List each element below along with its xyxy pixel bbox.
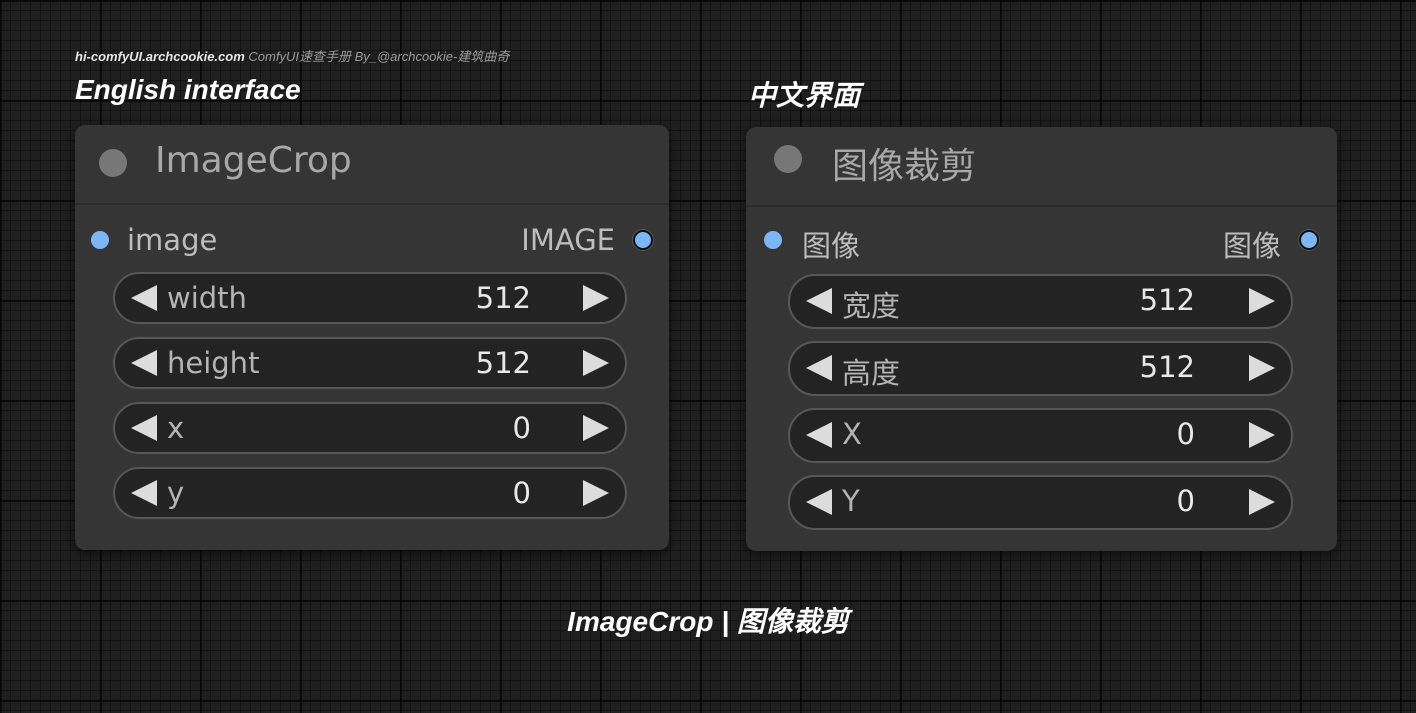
decrement-arrow-icon[interactable] bbox=[806, 355, 832, 381]
widget-value: 0 bbox=[1176, 417, 1195, 451]
input-slot-label: 图像 bbox=[802, 229, 861, 263]
widget-label: 高度 bbox=[842, 356, 901, 390]
collapse-dot-icon[interactable] bbox=[99, 149, 127, 177]
node-header[interactable]: ImageCrop bbox=[75, 125, 669, 205]
widget-label: height bbox=[167, 346, 260, 380]
widget-value: 0 bbox=[512, 411, 531, 445]
credit-line: hi-comfyUI.archcookie.com ComfyUI速查手册 By… bbox=[75, 46, 509, 65]
increment-arrow-icon[interactable] bbox=[583, 415, 609, 441]
node-title: ImageCrop bbox=[155, 140, 352, 181]
credit-text: ComfyUI速查手册 By_@archcookie-建筑曲奇 bbox=[244, 49, 510, 64]
credit-site: hi-comfyUI.archcookie.com bbox=[75, 49, 245, 64]
width-widget[interactable]: width 512 bbox=[113, 272, 627, 324]
widget-value: 512 bbox=[1139, 350, 1195, 384]
input-slot-label: image bbox=[127, 223, 218, 257]
widget-value: 0 bbox=[1176, 484, 1195, 518]
increment-arrow-icon[interactable] bbox=[1249, 422, 1275, 448]
decrement-arrow-icon[interactable] bbox=[131, 285, 157, 311]
widget-label: y bbox=[167, 476, 185, 510]
decrement-arrow-icon[interactable] bbox=[806, 288, 832, 314]
input-slot-dot-icon[interactable] bbox=[764, 231, 782, 249]
increment-arrow-icon[interactable] bbox=[1249, 288, 1275, 314]
output-slot-dot-icon[interactable] bbox=[1299, 230, 1319, 250]
height-widget[interactable]: height 512 bbox=[113, 337, 627, 389]
y-widget[interactable]: Y 0 bbox=[788, 475, 1293, 530]
node-title: 图像裁剪 bbox=[832, 146, 977, 187]
input-slot-dot-icon[interactable] bbox=[91, 231, 109, 249]
decrement-arrow-icon[interactable] bbox=[131, 480, 157, 506]
imagecrop-node-chinese[interactable]: 图像裁剪 图像 图像 宽度 512 高度 512 X 0 Y 0 bbox=[746, 127, 1337, 551]
decrement-arrow-icon[interactable] bbox=[806, 489, 832, 515]
increment-arrow-icon[interactable] bbox=[583, 285, 609, 311]
x-widget[interactable]: X 0 bbox=[788, 408, 1293, 463]
output-slot-dot-icon[interactable] bbox=[633, 230, 653, 250]
increment-arrow-icon[interactable] bbox=[583, 480, 609, 506]
decrement-arrow-icon[interactable] bbox=[806, 422, 832, 448]
imagecrop-node-english[interactable]: ImageCrop image IMAGE width 512 height 5… bbox=[75, 125, 669, 550]
decrement-arrow-icon[interactable] bbox=[131, 350, 157, 376]
decrement-arrow-icon[interactable] bbox=[131, 415, 157, 441]
output-slot-label: IMAGE bbox=[521, 223, 615, 257]
width-widget[interactable]: 宽度 512 bbox=[788, 274, 1293, 329]
widget-label: x bbox=[167, 411, 185, 445]
widget-value: 0 bbox=[512, 476, 531, 510]
collapse-dot-icon[interactable] bbox=[774, 145, 802, 173]
slot-row: image IMAGE bbox=[75, 223, 669, 259]
height-widget[interactable]: 高度 512 bbox=[788, 341, 1293, 396]
y-widget[interactable]: y 0 bbox=[113, 467, 627, 519]
widget-value: 512 bbox=[1139, 283, 1195, 317]
widget-label: X bbox=[842, 417, 862, 451]
chinese-section-title: 中文界面 bbox=[748, 80, 861, 111]
widget-value: 512 bbox=[475, 281, 531, 315]
widget-label: Y bbox=[842, 484, 860, 518]
figure-caption: ImageCrop | 图像裁剪 bbox=[567, 606, 849, 637]
output-slot-label: 图像 bbox=[1222, 229, 1281, 263]
english-section-title: English interface bbox=[75, 74, 301, 105]
widget-label: 宽度 bbox=[842, 289, 901, 323]
increment-arrow-icon[interactable] bbox=[1249, 355, 1275, 381]
increment-arrow-icon[interactable] bbox=[583, 350, 609, 376]
widget-value: 512 bbox=[475, 346, 531, 380]
increment-arrow-icon[interactable] bbox=[1249, 489, 1275, 515]
slot-row: 图像 图像 bbox=[746, 223, 1337, 263]
x-widget[interactable]: x 0 bbox=[113, 402, 627, 454]
widget-label: width bbox=[167, 281, 247, 315]
node-header[interactable]: 图像裁剪 bbox=[746, 127, 1337, 207]
